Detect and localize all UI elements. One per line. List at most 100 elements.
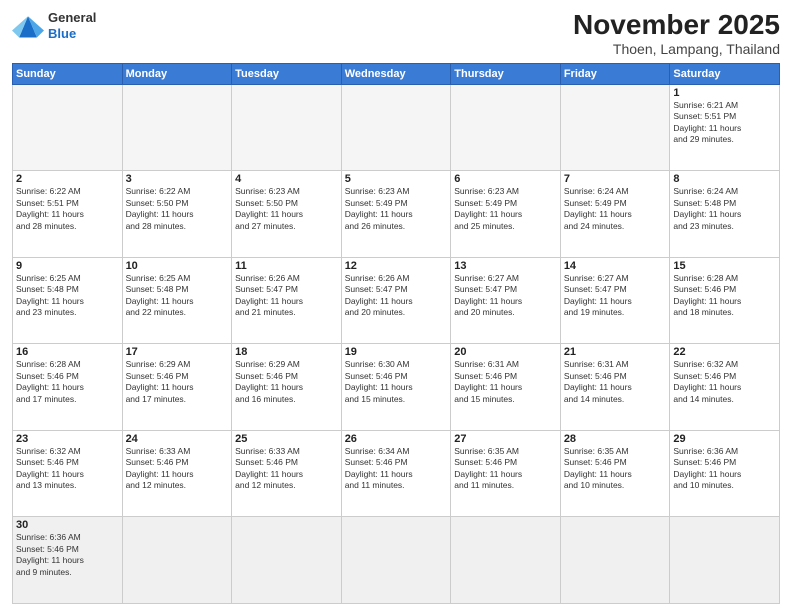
- day-number: 27: [454, 433, 557, 445]
- weekday-header-row: SundayMondayTuesdayWednesdayThursdayFrid…: [13, 63, 780, 84]
- calendar-cell: 30Sunrise: 6:36 AM Sunset: 5:46 PM Dayli…: [13, 517, 123, 604]
- day-number: 21: [564, 346, 667, 358]
- calendar-week-row: 1Sunrise: 6:21 AM Sunset: 5:51 PM Daylig…: [13, 84, 780, 171]
- day-info: Sunrise: 6:22 AM Sunset: 5:51 PM Dayligh…: [16, 186, 119, 232]
- month-title: November 2025: [573, 10, 780, 41]
- calendar-cell: 27Sunrise: 6:35 AM Sunset: 5:46 PM Dayli…: [451, 430, 561, 517]
- calendar-cell: [13, 84, 123, 171]
- day-number: 5: [345, 173, 448, 185]
- weekday-header-friday: Friday: [560, 63, 670, 84]
- calendar-cell: 20Sunrise: 6:31 AM Sunset: 5:46 PM Dayli…: [451, 344, 561, 431]
- day-info: Sunrise: 6:26 AM Sunset: 5:47 PM Dayligh…: [345, 273, 448, 319]
- day-info: Sunrise: 6:32 AM Sunset: 5:46 PM Dayligh…: [673, 359, 776, 405]
- calendar-cell: 16Sunrise: 6:28 AM Sunset: 5:46 PM Dayli…: [13, 344, 123, 431]
- calendar-cell: [560, 517, 670, 604]
- day-number: 16: [16, 346, 119, 358]
- logo-blue-label: Blue: [48, 26, 96, 42]
- day-number: 1: [673, 87, 776, 99]
- calendar-cell: 25Sunrise: 6:33 AM Sunset: 5:46 PM Dayli…: [232, 430, 342, 517]
- calendar-cell: [341, 84, 451, 171]
- day-number: 13: [454, 260, 557, 272]
- calendar-cell: 29Sunrise: 6:36 AM Sunset: 5:46 PM Dayli…: [670, 430, 780, 517]
- calendar-cell: 12Sunrise: 6:26 AM Sunset: 5:47 PM Dayli…: [341, 257, 451, 344]
- day-info: Sunrise: 6:21 AM Sunset: 5:51 PM Dayligh…: [673, 100, 776, 146]
- calendar-cell: [451, 517, 561, 604]
- day-number: 3: [126, 173, 229, 185]
- calendar-cell: 23Sunrise: 6:32 AM Sunset: 5:46 PM Dayli…: [13, 430, 123, 517]
- day-number: 15: [673, 260, 776, 272]
- calendar-cell: 11Sunrise: 6:26 AM Sunset: 5:47 PM Dayli…: [232, 257, 342, 344]
- day-number: 30: [16, 519, 119, 531]
- day-number: 4: [235, 173, 338, 185]
- day-info: Sunrise: 6:33 AM Sunset: 5:46 PM Dayligh…: [235, 446, 338, 492]
- day-info: Sunrise: 6:27 AM Sunset: 5:47 PM Dayligh…: [564, 273, 667, 319]
- day-info: Sunrise: 6:26 AM Sunset: 5:47 PM Dayligh…: [235, 273, 338, 319]
- day-info: Sunrise: 6:23 AM Sunset: 5:49 PM Dayligh…: [345, 186, 448, 232]
- calendar-cell: 2Sunrise: 6:22 AM Sunset: 5:51 PM Daylig…: [13, 171, 123, 258]
- calendar-cell: 10Sunrise: 6:25 AM Sunset: 5:48 PM Dayli…: [122, 257, 232, 344]
- day-info: Sunrise: 6:25 AM Sunset: 5:48 PM Dayligh…: [16, 273, 119, 319]
- location-title: Thoen, Lampang, Thailand: [573, 41, 780, 57]
- calendar-cell: 4Sunrise: 6:23 AM Sunset: 5:50 PM Daylig…: [232, 171, 342, 258]
- calendar-cell: [232, 84, 342, 171]
- day-info: Sunrise: 6:33 AM Sunset: 5:46 PM Dayligh…: [126, 446, 229, 492]
- day-number: 6: [454, 173, 557, 185]
- day-info: Sunrise: 6:36 AM Sunset: 5:46 PM Dayligh…: [673, 446, 776, 492]
- day-number: 7: [564, 173, 667, 185]
- day-info: Sunrise: 6:23 AM Sunset: 5:50 PM Dayligh…: [235, 186, 338, 232]
- day-number: 14: [564, 260, 667, 272]
- calendar-cell: 22Sunrise: 6:32 AM Sunset: 5:46 PM Dayli…: [670, 344, 780, 431]
- day-info: Sunrise: 6:34 AM Sunset: 5:46 PM Dayligh…: [345, 446, 448, 492]
- calendar-table: SundayMondayTuesdayWednesdayThursdayFrid…: [12, 63, 780, 604]
- day-number: 28: [564, 433, 667, 445]
- day-number: 20: [454, 346, 557, 358]
- calendar-cell: 15Sunrise: 6:28 AM Sunset: 5:46 PM Dayli…: [670, 257, 780, 344]
- title-block: November 2025 Thoen, Lampang, Thailand: [573, 10, 780, 57]
- weekday-header-tuesday: Tuesday: [232, 63, 342, 84]
- calendar-cell: 9Sunrise: 6:25 AM Sunset: 5:48 PM Daylig…: [13, 257, 123, 344]
- day-info: Sunrise: 6:28 AM Sunset: 5:46 PM Dayligh…: [16, 359, 119, 405]
- calendar-cell: [122, 517, 232, 604]
- calendar-cell: [560, 84, 670, 171]
- calendar-cell: 24Sunrise: 6:33 AM Sunset: 5:46 PM Dayli…: [122, 430, 232, 517]
- logo-general-label: General: [48, 10, 96, 26]
- weekday-header-wednesday: Wednesday: [341, 63, 451, 84]
- calendar-cell: [341, 517, 451, 604]
- calendar-cell: [670, 517, 780, 604]
- day-number: 19: [345, 346, 448, 358]
- calendar-cell: 19Sunrise: 6:30 AM Sunset: 5:46 PM Dayli…: [341, 344, 451, 431]
- calendar-week-row: 16Sunrise: 6:28 AM Sunset: 5:46 PM Dayli…: [13, 344, 780, 431]
- day-number: 9: [16, 260, 119, 272]
- calendar-cell: 13Sunrise: 6:27 AM Sunset: 5:47 PM Dayli…: [451, 257, 561, 344]
- day-number: 12: [345, 260, 448, 272]
- day-info: Sunrise: 6:31 AM Sunset: 5:46 PM Dayligh…: [564, 359, 667, 405]
- day-info: Sunrise: 6:32 AM Sunset: 5:46 PM Dayligh…: [16, 446, 119, 492]
- calendar-cell: 14Sunrise: 6:27 AM Sunset: 5:47 PM Dayli…: [560, 257, 670, 344]
- calendar-week-row: 2Sunrise: 6:22 AM Sunset: 5:51 PM Daylig…: [13, 171, 780, 258]
- day-info: Sunrise: 6:22 AM Sunset: 5:50 PM Dayligh…: [126, 186, 229, 232]
- day-number: 11: [235, 260, 338, 272]
- day-number: 2: [16, 173, 119, 185]
- calendar-cell: 7Sunrise: 6:24 AM Sunset: 5:49 PM Daylig…: [560, 171, 670, 258]
- logo-text: General Blue: [48, 10, 96, 41]
- calendar-cell: 5Sunrise: 6:23 AM Sunset: 5:49 PM Daylig…: [341, 171, 451, 258]
- day-number: 29: [673, 433, 776, 445]
- calendar-cell: 17Sunrise: 6:29 AM Sunset: 5:46 PM Dayli…: [122, 344, 232, 431]
- day-info: Sunrise: 6:25 AM Sunset: 5:48 PM Dayligh…: [126, 273, 229, 319]
- calendar-week-row: 30Sunrise: 6:36 AM Sunset: 5:46 PM Dayli…: [13, 517, 780, 604]
- day-info: Sunrise: 6:28 AM Sunset: 5:46 PM Dayligh…: [673, 273, 776, 319]
- calendar-week-row: 9Sunrise: 6:25 AM Sunset: 5:48 PM Daylig…: [13, 257, 780, 344]
- calendar-cell: 26Sunrise: 6:34 AM Sunset: 5:46 PM Dayli…: [341, 430, 451, 517]
- day-info: Sunrise: 6:27 AM Sunset: 5:47 PM Dayligh…: [454, 273, 557, 319]
- calendar-cell: 21Sunrise: 6:31 AM Sunset: 5:46 PM Dayli…: [560, 344, 670, 431]
- day-info: Sunrise: 6:29 AM Sunset: 5:46 PM Dayligh…: [235, 359, 338, 405]
- day-number: 18: [235, 346, 338, 358]
- calendar-cell: 1Sunrise: 6:21 AM Sunset: 5:51 PM Daylig…: [670, 84, 780, 171]
- weekday-header-sunday: Sunday: [13, 63, 123, 84]
- day-info: Sunrise: 6:30 AM Sunset: 5:46 PM Dayligh…: [345, 359, 448, 405]
- day-info: Sunrise: 6:23 AM Sunset: 5:49 PM Dayligh…: [454, 186, 557, 232]
- calendar-cell: [122, 84, 232, 171]
- day-info: Sunrise: 6:31 AM Sunset: 5:46 PM Dayligh…: [454, 359, 557, 405]
- calendar-week-row: 23Sunrise: 6:32 AM Sunset: 5:46 PM Dayli…: [13, 430, 780, 517]
- calendar-cell: [451, 84, 561, 171]
